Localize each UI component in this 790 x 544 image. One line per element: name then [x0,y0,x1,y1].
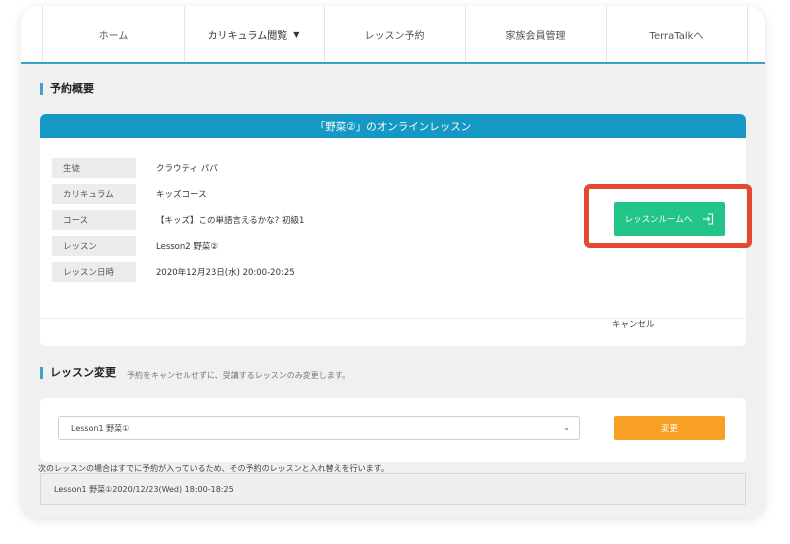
swap-lesson-text: Lesson1 野菜①2020/12/23(Wed) 18:00-18:25 [54,484,234,494]
nav-curriculum-label: カリキュラム閲覧 [207,30,288,42]
info-value: クラウティ パパ [156,164,218,174]
nav-family-members-label: 家族会員管理 [505,30,566,42]
card-header: 「野菜②」のオンラインレッスン [40,114,746,138]
nav-lesson-booking[interactable]: レッスン予約 [324,6,466,62]
info-label: カリキュラム [52,184,136,204]
info-label: レッスン [52,236,136,256]
nav-terratalk[interactable]: TerraTalkへ [606,6,748,62]
cancel-link[interactable]: キャンセル [612,318,655,330]
info-value: 2020年12月23日(水) 20:00-20:25 [156,268,295,278]
info-label: レッスン日時 [52,262,136,282]
nav-terratalk-label: TerraTalkへ [649,30,704,42]
nav-family-members[interactable]: 家族会員管理 [465,6,607,62]
lesson-select-value: Lesson1 野菜① [71,423,130,433]
chevron-down-icon: ⌄ [563,423,570,432]
top-nav: ホーム カリキュラム閲覧 ▼ レッスン予約 家族会員管理 TerraTalkへ [21,6,765,64]
info-row-student: 生徒 クラウティ パパ [52,158,372,178]
change-button[interactable]: 変更 [614,416,725,440]
summary-section-title: 予約概要 [40,83,94,95]
app-window: ホーム カリキュラム閲覧 ▼ レッスン予約 家族会員管理 TerraTalkへ … [21,6,765,518]
swap-lesson-box: Lesson1 野菜①2020/12/23(Wed) 18:00-18:25 [40,473,746,505]
nav-lesson-booking-label: レッスン予約 [364,30,425,42]
change-section-title: レッスン変更 [40,367,116,379]
info-row-course: コース 【キッズ】この単語言えるかな? 初級1 [52,210,372,230]
info-label: コース [52,210,136,230]
caret-down-icon: ▼ [293,29,300,39]
lesson-select[interactable]: Lesson1 野菜① ⌄ [58,416,580,440]
change-button-label: 変更 [660,424,678,434]
lesson-room-button-label: レッスンルームへ [624,215,693,225]
info-row-datetime: レッスン日時 2020年12月23日(水) 20:00-20:25 [52,262,372,282]
enter-icon [703,213,714,225]
info-value: 【キッズ】この単語言えるかな? 初級1 [156,216,305,226]
info-label: 生徒 [52,158,136,178]
change-section-subtitle: 予約をキャンセルせずに、受講するレッスンのみ変更します。 [127,371,350,380]
nav-curriculum-dropdown[interactable]: カリキュラム閲覧 ▼ [183,6,325,62]
info-value: Lesson2 野菜② [156,242,218,252]
lesson-room-button[interactable]: レッスンルームへ [614,202,725,236]
info-row-lesson: レッスン Lesson2 野菜② [52,236,372,256]
nav-home[interactable]: ホーム [42,6,185,62]
info-value: キッズコース [156,190,207,200]
nav-home-label: ホーム [98,30,129,42]
info-row-curriculum: カリキュラム キッズコース [52,184,372,204]
